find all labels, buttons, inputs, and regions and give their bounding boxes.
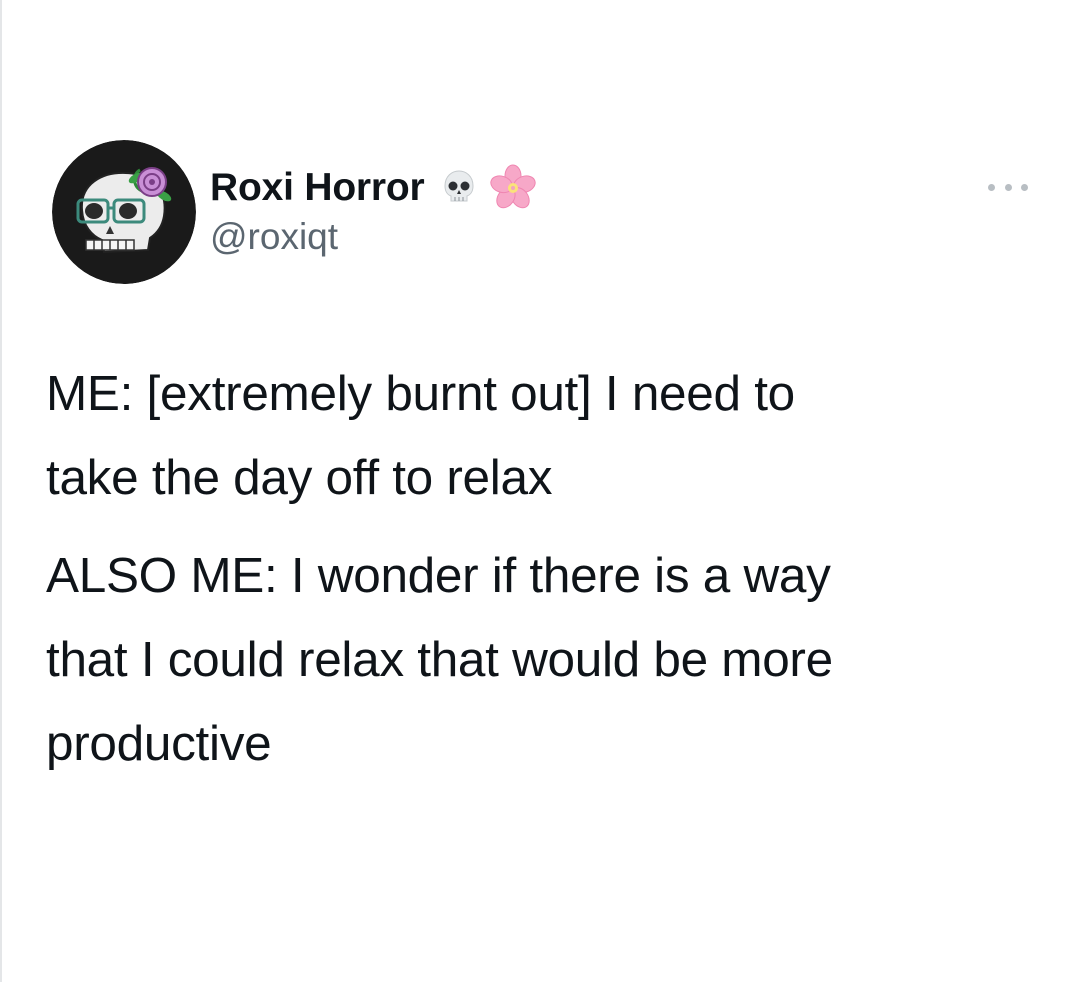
skull-emoji-icon [439,168,479,208]
tweet-paragraph: ALSO ME: I wonder if there is a way that… [46,534,1036,786]
author-handle[interactable]: @roxiqt [210,216,338,258]
skull-rose-avatar-icon [52,140,196,284]
more-dot [988,183,995,191]
tweet-line: productive [46,716,272,771]
tweet-line: that I could relax that would be more [46,632,833,687]
tweet-line: ME: [extremely burnt out] I need to [46,366,795,421]
tweet-text: ME: [extremely burnt out] I need to take… [46,352,1036,786]
cherry-blossom-emoji-icon [489,164,537,212]
tweet-line: take the day off to relax [46,450,553,505]
tweet-card: Roxi Horror @roxiqt ME: [extremely burnt… [0,0,1080,982]
avatar[interactable] [52,140,196,284]
more-dot [1004,183,1012,191]
tweet-line: ALSO ME: I wonder if there is a way [46,548,831,603]
more-options-icon[interactable] [988,172,1028,202]
display-name[interactable]: Roxi Horror [210,166,425,210]
author-name-row: Roxi Horror [210,164,537,212]
tweet-paragraph: ME: [extremely burnt out] I need to take… [46,352,1036,520]
more-dot [1021,183,1028,191]
